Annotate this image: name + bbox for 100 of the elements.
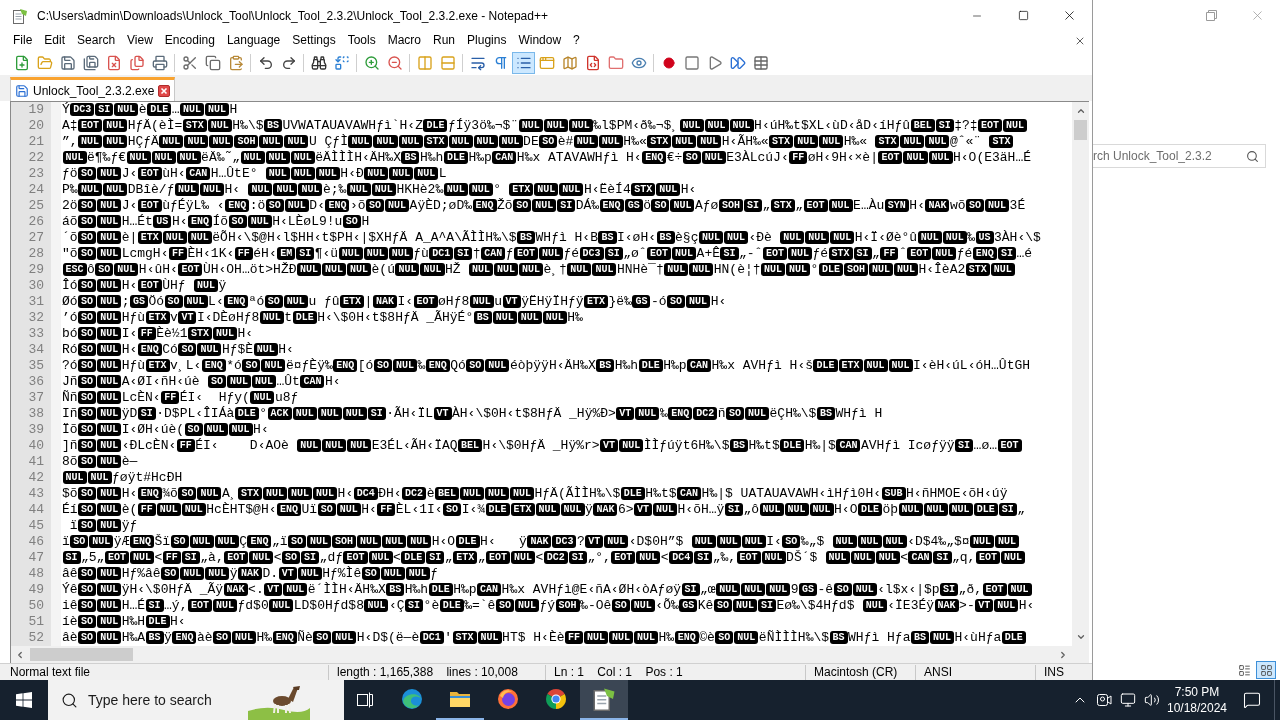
code-text: ›õ: [349, 198, 366, 213]
code-text: ÿ: [164, 630, 172, 645]
control-code: NUL: [784, 503, 809, 517]
code-text: HƒÄ(èÌ=: [127, 118, 183, 133]
control-code: DLE: [857, 503, 882, 517]
control-code: EOT: [343, 551, 368, 565]
code-text: Ñè: [297, 630, 313, 645]
code-text: ‹l$x‹|$p: [877, 582, 940, 597]
menu-item[interactable]: Tools: [341, 31, 382, 50]
menu-item[interactable]: Settings: [286, 31, 342, 50]
scissors-icon: [181, 54, 198, 71]
code-text: ëÄÌÌÌH‹ÄH‰X: [315, 150, 401, 165]
code-text: <: [535, 550, 544, 565]
code-text: ƒù: [413, 246, 429, 261]
menu-item[interactable]: Language: [220, 31, 287, 50]
scrollbar-thumb[interactable]: [30, 648, 133, 661]
code-text: …Ût: [276, 374, 300, 389]
control-code: NUL: [584, 631, 609, 645]
control-code: NUL: [249, 551, 274, 565]
menu-item[interactable]: Window: [512, 31, 568, 50]
line-number: 32: [27, 310, 45, 326]
control-code: EOT: [104, 551, 129, 565]
menu-item[interactable]: Edit: [38, 31, 72, 50]
control-code: ENQ: [277, 503, 302, 517]
toolbar-button[interactable]: [512, 51, 535, 74]
control-code: NUL: [395, 263, 420, 277]
code-text: øHƒ8: [438, 294, 470, 309]
control-code: NUL: [97, 311, 122, 325]
control-code: NUL: [322, 439, 347, 453]
code-text: H‹ ÿ: [480, 534, 527, 549]
menu-item[interactable]: Encoding: [158, 31, 221, 50]
code-text: Qó: [450, 358, 466, 373]
control-code: FF: [377, 503, 396, 517]
menu-item[interactable]: ?: [567, 31, 586, 50]
taskbar-button[interactable]: [580, 680, 628, 720]
code-text: 2ö: [62, 198, 78, 213]
chevron-left-icon[interactable]: [15, 649, 25, 660]
search-field[interactable]: Type here to search: [48, 680, 344, 720]
code-text: ÿ: [218, 278, 227, 293]
control-code: NUL: [240, 151, 265, 165]
code-text: E3ÉL‹ÃH‹ÏAQ: [371, 438, 458, 453]
code-text: ‰: [659, 406, 668, 421]
tab[interactable]: Unlock_Tool_2.3.2.exe: [10, 77, 176, 101]
scrollbar-thumb[interactable]: [1074, 120, 1087, 140]
code-text: „: [1017, 502, 1025, 517]
code-text: H‰: [567, 310, 583, 325]
code-text: H‰|$ UATAUAVAWH‹ìHƒì0H‹: [701, 486, 881, 501]
line-number: 47: [27, 550, 45, 566]
code-text: è;‰: [322, 182, 347, 197]
code-text: P‰: [62, 182, 78, 197]
code-text: DŠ´$: [786, 550, 819, 565]
control-code: NUL: [484, 487, 509, 501]
line-number: 22: [27, 150, 45, 166]
code-text: ƒ: [430, 566, 439, 581]
code-text: ƒö: [62, 166, 78, 181]
notepad-icon: [12, 7, 28, 24]
menu-item[interactable]: View: [121, 31, 159, 50]
menu-item[interactable]: Search: [71, 31, 122, 50]
control-code: NUL: [151, 151, 176, 165]
control-code: CAN: [186, 167, 211, 181]
close-icon[interactable]: [158, 84, 171, 97]
control-code: NUL: [903, 151, 928, 165]
chevron-down-icon[interactable]: [1075, 632, 1086, 642]
chevron-right-icon[interactable]: [1058, 649, 1068, 660]
control-code: NUL: [928, 151, 953, 165]
menu-item[interactable]: Run: [427, 31, 462, 50]
control-code: NUL: [532, 199, 557, 213]
code-text: H‰x ATAVAWHƒì H‹: [516, 150, 642, 165]
control-code: ENQ: [188, 215, 212, 229]
line-number: 19: [27, 102, 45, 118]
control-code: NUL: [227, 375, 251, 389]
control-code: NUL: [253, 343, 278, 357]
control-code: SO: [611, 599, 630, 613]
control-code: SO: [207, 375, 226, 389]
control-code: NUL: [97, 375, 122, 389]
control-code: VT: [975, 599, 994, 613]
code-text: LcÈN‹: [121, 390, 161, 405]
control-code: BS: [473, 311, 492, 325]
chevron-up-icon[interactable]: [1075, 106, 1086, 116]
menu-item[interactable]: File: [7, 31, 39, 50]
clock-button[interactable]: 7:50 PM 10/18/2024: [1164, 680, 1230, 720]
view-button[interactable]: [1256, 661, 1276, 679]
code-text: WHƒì H‹B: [535, 230, 598, 245]
code-text: è: [426, 486, 435, 501]
code-text: J‹: [121, 198, 138, 213]
code-text: :ö: [249, 198, 266, 213]
search-field[interactable]: rch Unlock_Tool_2.3.2: [1093, 144, 1266, 168]
code-text: è(: [121, 502, 138, 517]
code-text: UVWATAUAVAWHƒì`H‹Z: [282, 118, 423, 133]
menu-item[interactable]: Plugins: [461, 31, 513, 50]
code-text: ]ñ: [62, 438, 78, 453]
code-text: H‹: [680, 182, 697, 197]
control-code: NUL: [1003, 119, 1028, 133]
folder-icon: [607, 54, 624, 71]
code-text: LD$0Hƒd$8: [293, 598, 364, 613]
code-text: ;: [121, 294, 130, 309]
control-code: EOT: [878, 151, 903, 165]
control-code: FF: [137, 503, 156, 517]
control-code: STX: [182, 119, 207, 133]
menu-item[interactable]: Macro: [381, 31, 427, 50]
